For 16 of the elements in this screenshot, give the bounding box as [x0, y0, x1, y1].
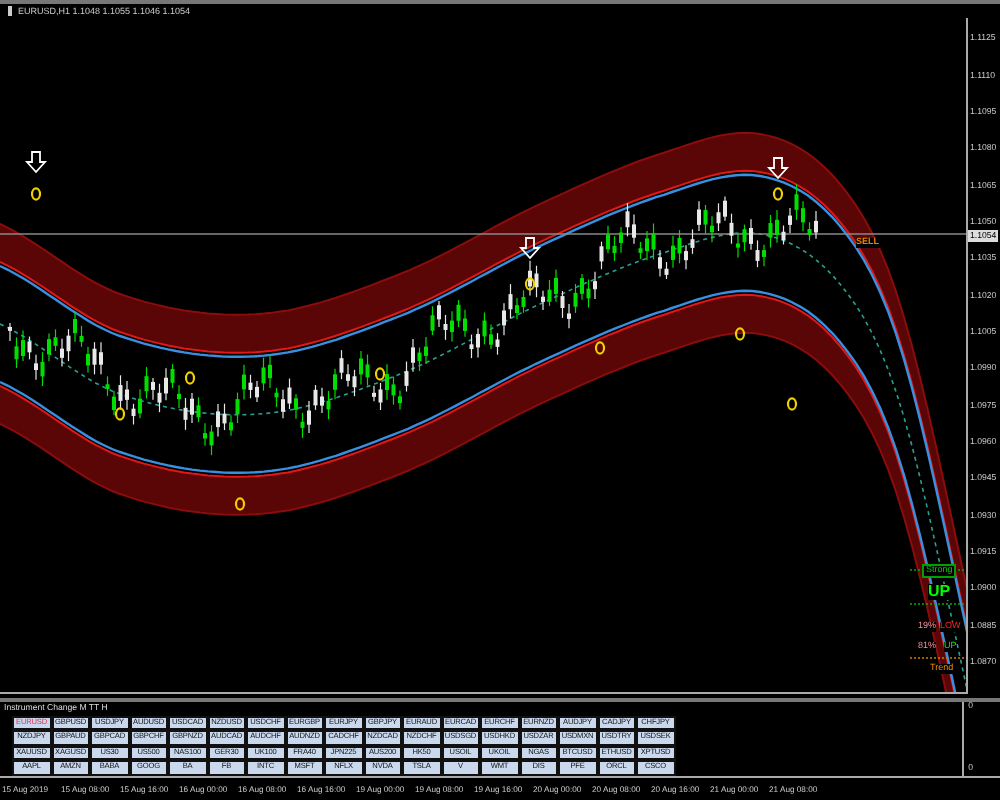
- signal-marker-icon: [30, 188, 42, 202]
- signal-marker-icon: [184, 372, 196, 386]
- chart-icon: [6, 6, 14, 17]
- signal-marker-icon: [786, 398, 798, 412]
- signal-marker-icon: [234, 498, 246, 512]
- direction-label: UP: [928, 584, 951, 601]
- down-arrow-icon: [24, 152, 48, 175]
- down-arrow-icon: [766, 158, 790, 181]
- signal-marker-icon: [114, 408, 126, 422]
- signal-marker-icon: [374, 368, 386, 382]
- trend-line-drawing: [909, 570, 966, 660]
- signal-marker-icon: [524, 278, 536, 292]
- signal-marker-icon: [734, 328, 746, 342]
- signal-marker-icon: [772, 188, 784, 202]
- signal-marker-icon: [594, 342, 606, 356]
- down-arrow-icon: [518, 238, 542, 261]
